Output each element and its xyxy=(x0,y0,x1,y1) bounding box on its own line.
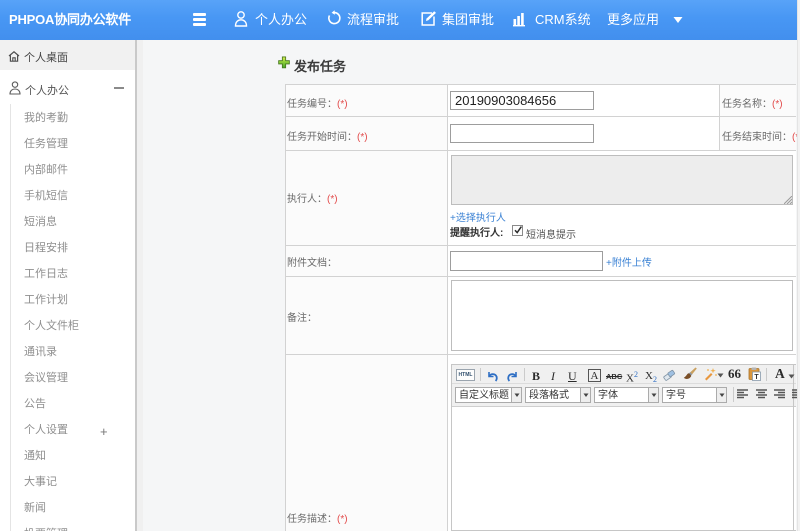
svg-text:T: T xyxy=(754,374,759,381)
